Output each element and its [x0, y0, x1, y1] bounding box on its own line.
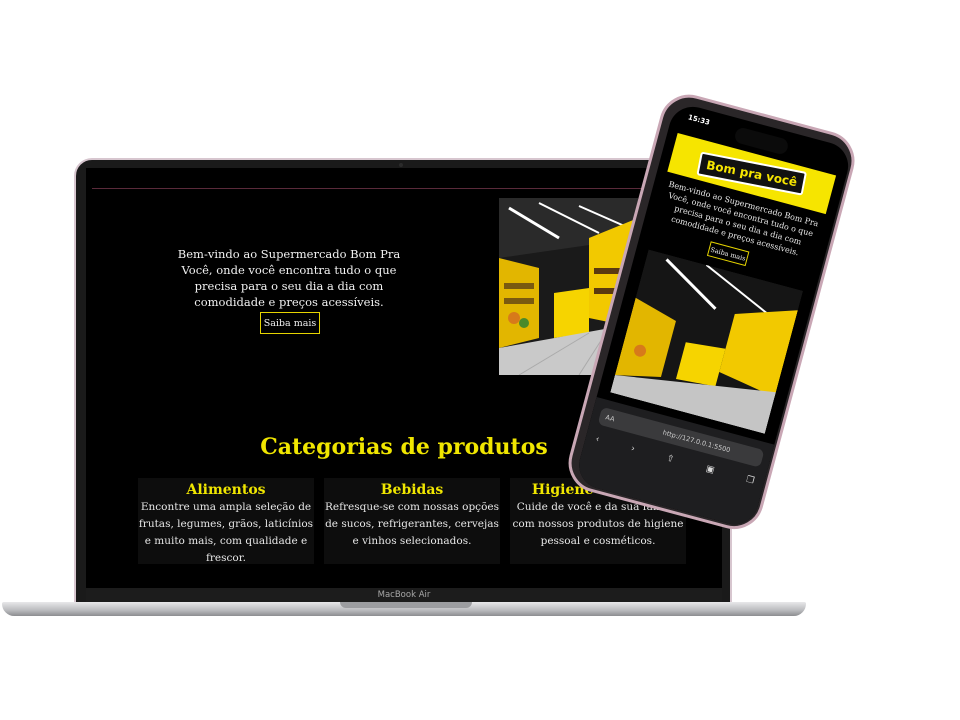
laptop-model-label: MacBook Air — [86, 588, 722, 602]
status-time: 15:33 — [687, 113, 711, 127]
category-text: Encontre uma ampla seleção de frutas, le… — [138, 501, 314, 564]
category-title: Bebidas — [380, 482, 444, 498]
phone-store-image — [610, 249, 804, 434]
category-card-bebidas: Bebidas Refresque-se com nossas opções d… — [324, 478, 500, 564]
laptop-notch — [340, 602, 472, 608]
back-icon[interactable]: ‹ — [594, 434, 600, 445]
saiba-mais-button[interactable]: Saiba mais — [260, 312, 320, 334]
camera-dot — [399, 163, 403, 167]
category-text: Refresque-se com nossas opções de sucos,… — [324, 501, 499, 547]
forward-icon[interactable]: › — [630, 444, 636, 455]
share-icon[interactable]: ⇧ — [665, 453, 675, 465]
category-card-alimentos: Alimentos Encontre uma ampla seleção de … — [138, 478, 314, 564]
bookmarks-icon[interactable]: ▣ — [705, 464, 716, 476]
category-title: Alimentos — [186, 482, 266, 498]
brand-logo: Bom pra você — [696, 151, 808, 196]
hero-text: Bem-vindo ao Supermercado Bom Pra Você, … — [177, 247, 401, 309]
header-divider — [92, 188, 716, 189]
tabs-icon[interactable]: ❐ — [745, 475, 755, 487]
phone-saiba-mais-button[interactable]: Saiba mais — [706, 241, 750, 267]
reader-aa-button[interactable]: AA — [605, 413, 632, 427]
